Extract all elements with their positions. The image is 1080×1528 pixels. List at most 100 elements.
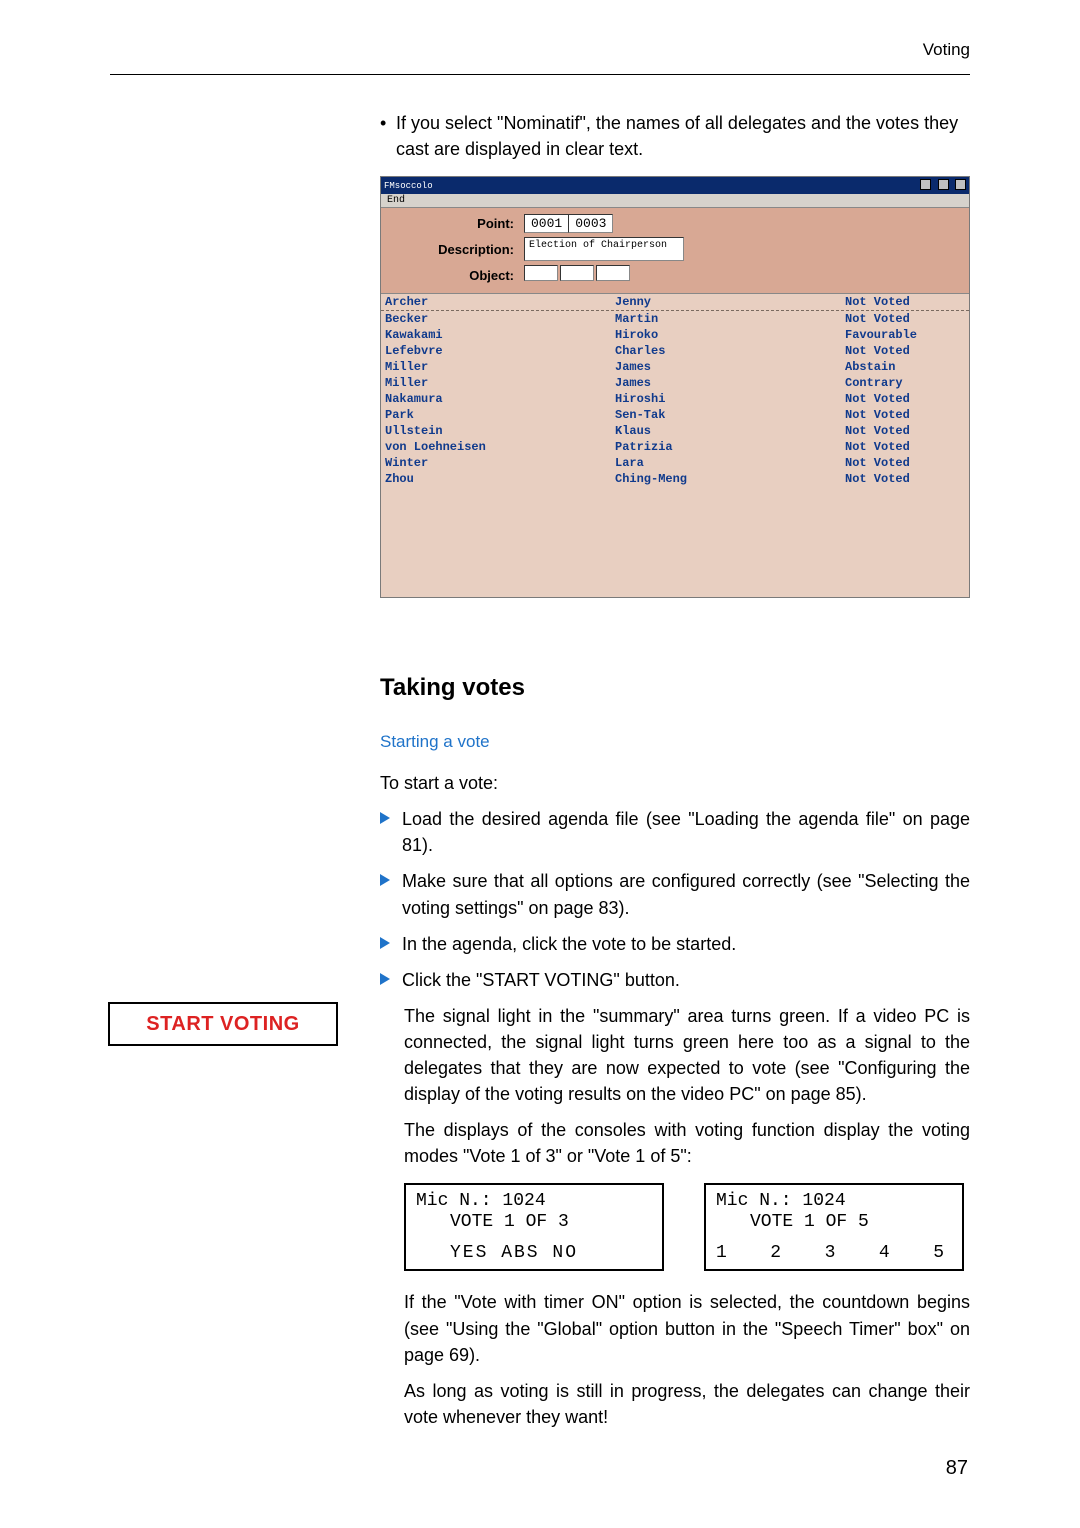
lcd2-opt-5: 5: [933, 1243, 946, 1264]
cell-firstname: Jenny: [611, 294, 841, 310]
cell-vote: Not Voted: [841, 471, 969, 487]
lcd-panel-2: Mic N.: 1024 VOTE 1 OF 5 1 2 3 4 5: [704, 1183, 964, 1271]
close-icon: [955, 179, 966, 190]
triangle-icon: [380, 937, 390, 949]
step-1-text: Load the desired agenda file (see "Loadi…: [402, 806, 970, 858]
results-grid: ArcherJennyNot VotedBeckerMartinNot Vote…: [381, 293, 969, 597]
cell-vote: Not Voted: [841, 294, 969, 310]
tail-para-1: If the "Vote with timer ON" option is se…: [404, 1289, 970, 1367]
description-field[interactable]: Election of Chairperson: [524, 237, 684, 261]
cell-vote: Not Voted: [841, 423, 969, 439]
cell-firstname: Martin: [611, 311, 841, 327]
bullet-dot-icon: •: [380, 110, 396, 162]
table-row: ZhouChing-MengNot Voted: [381, 471, 969, 487]
grid-empty-area: [381, 487, 969, 597]
lcd2-opt-4: 4: [879, 1243, 892, 1264]
lcd-panel-1: Mic N.: 1024 VOTE 1 OF 3 YES ABS NO: [404, 1183, 664, 1271]
object-boxes[interactable]: [524, 265, 632, 285]
cell-firstname: Ching-Meng: [611, 471, 841, 487]
page-number: 87: [946, 1457, 968, 1480]
cell-vote: Not Voted: [841, 407, 969, 423]
cell-lastname: Zhou: [381, 471, 611, 487]
minimize-icon: [920, 179, 931, 190]
sub-heading: Starting a vote: [380, 732, 970, 752]
section-heading: Taking votes: [380, 674, 970, 702]
cell-vote: Not Voted: [841, 311, 969, 327]
window-menubar: End: [381, 194, 969, 208]
tail-para-2: As long as voting is still in progress, …: [404, 1378, 970, 1430]
table-row: von LoehneisenPatriziaNot Voted: [381, 439, 969, 455]
point-value-1[interactable]: 0001: [524, 214, 569, 233]
menu-end[interactable]: End: [387, 195, 405, 206]
triangle-icon: [380, 874, 390, 886]
cell-firstname: Klaus: [611, 423, 841, 439]
cell-vote: Not Voted: [841, 343, 969, 359]
cell-vote: Not Voted: [841, 439, 969, 455]
intro-bullet-text: If you select "Nominatif", the names of …: [396, 110, 970, 162]
lcd2-line3: 1 2 3 4 5: [716, 1243, 952, 1264]
running-head: Voting: [923, 40, 970, 60]
cell-firstname: Patrizia: [611, 439, 841, 455]
lcd2-opt-2: 2: [770, 1243, 783, 1264]
lcd2-opt-3: 3: [825, 1243, 838, 1264]
cell-vote: Not Voted: [841, 455, 969, 471]
table-row: KawakamiHirokoFavourable: [381, 327, 969, 343]
table-row: ParkSen-TakNot Voted: [381, 407, 969, 423]
maximize-icon: [938, 179, 949, 190]
lcd1-line1: Mic N.: 1024: [416, 1191, 652, 1212]
label-description: Description:: [389, 242, 524, 257]
cell-firstname: Charles: [611, 343, 841, 359]
lcd2-opt-1: 1: [716, 1243, 729, 1264]
table-row: MillerJamesAbstain: [381, 359, 969, 375]
after-para-2: The displays of the consoles with voting…: [404, 1117, 970, 1169]
point-value-2[interactable]: 0003: [568, 214, 613, 233]
cell-lastname: Nakamura: [381, 391, 611, 407]
step-3: In the agenda, click the vote to be star…: [380, 931, 970, 957]
lcd2-line2: VOTE 1 OF 5: [716, 1212, 952, 1233]
triangle-icon: [380, 812, 390, 824]
step-4: Click the "START VOTING" button.: [380, 967, 970, 993]
cell-firstname: Hiroko: [611, 327, 841, 343]
step-3-text: In the agenda, click the vote to be star…: [402, 931, 970, 957]
table-row: WinterLaraNot Voted: [381, 455, 969, 471]
results-window: FMsoccolo End Point: 0001 0003 Descripti…: [380, 176, 970, 598]
label-object: Object:: [389, 268, 524, 283]
cell-vote: Contrary: [841, 375, 969, 391]
cell-lastname: von Loehneisen: [381, 439, 611, 455]
lcd1-line3: YES ABS NO: [416, 1243, 652, 1264]
table-row: NakamuraHiroshiNot Voted: [381, 391, 969, 407]
table-row: UllsteinKlausNot Voted: [381, 423, 969, 439]
cell-lastname: Winter: [381, 455, 611, 471]
start-voting-button[interactable]: START VOTING: [108, 1002, 338, 1046]
cell-lastname: Miller: [381, 359, 611, 375]
cell-firstname: Hiroshi: [611, 391, 841, 407]
table-row: LefebvreCharlesNot Voted: [381, 343, 969, 359]
lcd1-line2: VOTE 1 OF 3: [416, 1212, 652, 1233]
cell-lastname: Miller: [381, 375, 611, 391]
step-4-text: Click the "START VOTING" button.: [402, 967, 970, 993]
cell-vote: Favourable: [841, 327, 969, 343]
after-para-1: The signal light in the "summary" area t…: [404, 1003, 970, 1107]
cell-lastname: Lefebvre: [381, 343, 611, 359]
cell-firstname: James: [611, 359, 841, 375]
header-rule: [110, 74, 970, 75]
triangle-icon: [380, 973, 390, 985]
table-row: BeckerMartinNot Voted: [381, 311, 969, 327]
cell-lastname: Archer: [381, 294, 611, 310]
lcd2-line1: Mic N.: 1024: [716, 1191, 952, 1212]
cell-vote: Not Voted: [841, 391, 969, 407]
cell-firstname: Sen-Tak: [611, 407, 841, 423]
cell-vote: Abstain: [841, 359, 969, 375]
form-area: Point: 0001 0003 Description: Election o…: [381, 208, 969, 293]
cell-firstname: James: [611, 375, 841, 391]
cell-lastname: Becker: [381, 311, 611, 327]
table-row: ArcherJennyNot Voted: [381, 294, 969, 311]
step-2: Make sure that all options are configure…: [380, 868, 970, 920]
cell-lastname: Park: [381, 407, 611, 423]
cell-lastname: Ullstein: [381, 423, 611, 439]
label-point: Point:: [389, 216, 524, 231]
step-2-text: Make sure that all options are configure…: [402, 868, 970, 920]
table-row: MillerJamesContrary: [381, 375, 969, 391]
cell-lastname: Kawakami: [381, 327, 611, 343]
window-control-buttons: [919, 179, 966, 193]
